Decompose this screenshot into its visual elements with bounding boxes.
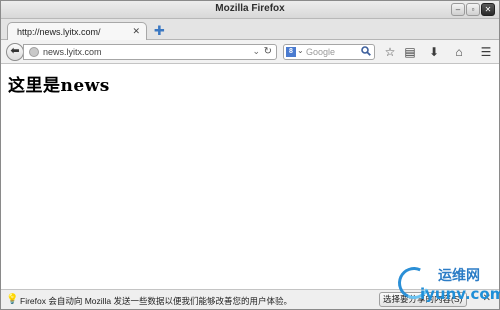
url-history-dropdown-icon[interactable]: ⌄ bbox=[252, 46, 260, 57]
downloads-icon[interactable]: ⬇ bbox=[426, 44, 442, 60]
data-reporting-notification: 💡 Firefox 会自动向 Mozilla 发送一些数据以便我们能够改善您的用… bbox=[1, 289, 499, 309]
minimize-button[interactable]: – bbox=[451, 3, 465, 16]
tab-strip: http://news.lyitx.com/ ✕ ✚ bbox=[1, 19, 499, 41]
close-notification-icon[interactable]: ✕ bbox=[483, 293, 491, 304]
google-engine-icon[interactable]: 8 bbox=[286, 47, 296, 57]
bookmark-star-icon[interactable]: ☆ bbox=[382, 44, 398, 60]
bookmarks-menu-icon[interactable]: ▤ bbox=[402, 44, 418, 60]
globe-icon bbox=[29, 47, 39, 57]
search-bar[interactable]: 8 ⌄ Google bbox=[283, 44, 375, 60]
title-bar: Mozilla Firefox – ▫ ✕ bbox=[1, 1, 499, 19]
notification-text: Firefox 会自动向 Mozilla 发送一些数据以便我们能够改善您的用户体… bbox=[20, 296, 293, 306]
back-button[interactable]: ⬅ bbox=[6, 43, 24, 61]
navigation-toolbar: ⬅ news.lyitx.com ⌄ ↻ 8 ⌄ Google ☆ ▤ ⬇ ⌂ … bbox=[1, 40, 499, 64]
close-window-button[interactable]: ✕ bbox=[481, 3, 495, 16]
choose-what-to-share-button[interactable]: 选择要分享的内容(S) bbox=[379, 292, 467, 307]
lightbulb-icon: 💡 bbox=[6, 294, 19, 305]
menu-icon[interactable]: ☰ bbox=[478, 44, 494, 60]
url-text[interactable]: news.lyitx.com bbox=[43, 47, 102, 57]
maximize-button[interactable]: ▫ bbox=[466, 3, 480, 16]
search-go-icon[interactable] bbox=[361, 46, 371, 59]
new-tab-icon[interactable]: ✚ bbox=[154, 23, 165, 39]
search-input[interactable]: Google bbox=[306, 47, 335, 57]
engine-dropdown-icon[interactable]: ⌄ bbox=[297, 46, 304, 55]
close-tab-icon[interactable]: ✕ bbox=[132, 26, 140, 37]
magnifier-icon bbox=[361, 46, 371, 56]
page-content: 这里是news bbox=[1, 65, 499, 289]
url-bar[interactable]: news.lyitx.com ⌄ ↻ bbox=[23, 44, 277, 60]
window-controls: – ▫ ✕ bbox=[451, 3, 495, 16]
window-title: Mozilla Firefox bbox=[215, 3, 285, 14]
tab-news[interactable]: http://news.lyitx.com/ ✕ bbox=[7, 22, 147, 41]
home-icon[interactable]: ⌂ bbox=[451, 44, 467, 60]
tab-title: http://news.lyitx.com/ bbox=[17, 27, 101, 37]
page-heading: 这里是news bbox=[8, 76, 110, 96]
reload-icon[interactable]: ↻ bbox=[264, 46, 272, 57]
browser-window: Mozilla Firefox – ▫ ✕ http://news.lyitx.… bbox=[0, 0, 500, 310]
